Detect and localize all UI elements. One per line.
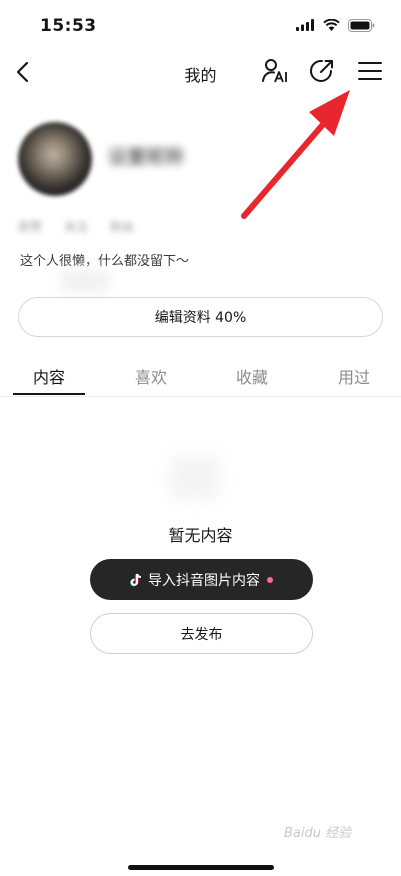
status-icons (296, 17, 375, 33)
home-indicator (128, 865, 274, 870)
stat-likes[interactable]: 获赞 (18, 218, 42, 235)
tab-likes[interactable]: 喜欢 (135, 364, 167, 388)
profile-bio: 这个人很懒，什么都没留下～ (20, 254, 190, 269)
stat-followers[interactable]: 粉丝 (110, 218, 134, 235)
nickname: 设置昵称 (108, 146, 185, 168)
tab-content[interactable]: 内容 (33, 364, 65, 388)
status-time: 15:53 (40, 16, 97, 36)
tab-used[interactable]: 用过 (338, 364, 370, 388)
import-douyin-images-button[interactable]: 导入抖音图片内容 (90, 559, 313, 600)
publish-button[interactable]: 去发布 (90, 613, 313, 654)
battery-icon (348, 18, 375, 32)
avatar[interactable] (18, 122, 92, 196)
tab-bar: 内容 喜欢 收藏 用过 (0, 364, 401, 396)
tab-divider (0, 396, 401, 397)
tab-favorites[interactable]: 收藏 (236, 364, 268, 388)
import-button-label: 导入抖音图片内容 (148, 572, 260, 589)
empty-state-text: 暂无内容 (168, 526, 233, 545)
douyin-logo-icon (130, 573, 142, 586)
edit-profile-button[interactable]: 编辑资料 40% (18, 297, 383, 337)
watermark: Baidu 经验 (284, 826, 352, 841)
active-tab-indicator (13, 393, 85, 395)
wifi-icon (323, 19, 340, 31)
notification-dot (267, 576, 273, 583)
blurred-region (60, 270, 110, 292)
cellular-signal-icon (296, 19, 314, 31)
profile-stats: 获赞 关注 粉丝 (18, 218, 134, 235)
empty-state-illustration (170, 455, 220, 500)
annotation-arrow-icon (241, 90, 350, 219)
stat-following[interactable]: 关注 (64, 218, 88, 235)
